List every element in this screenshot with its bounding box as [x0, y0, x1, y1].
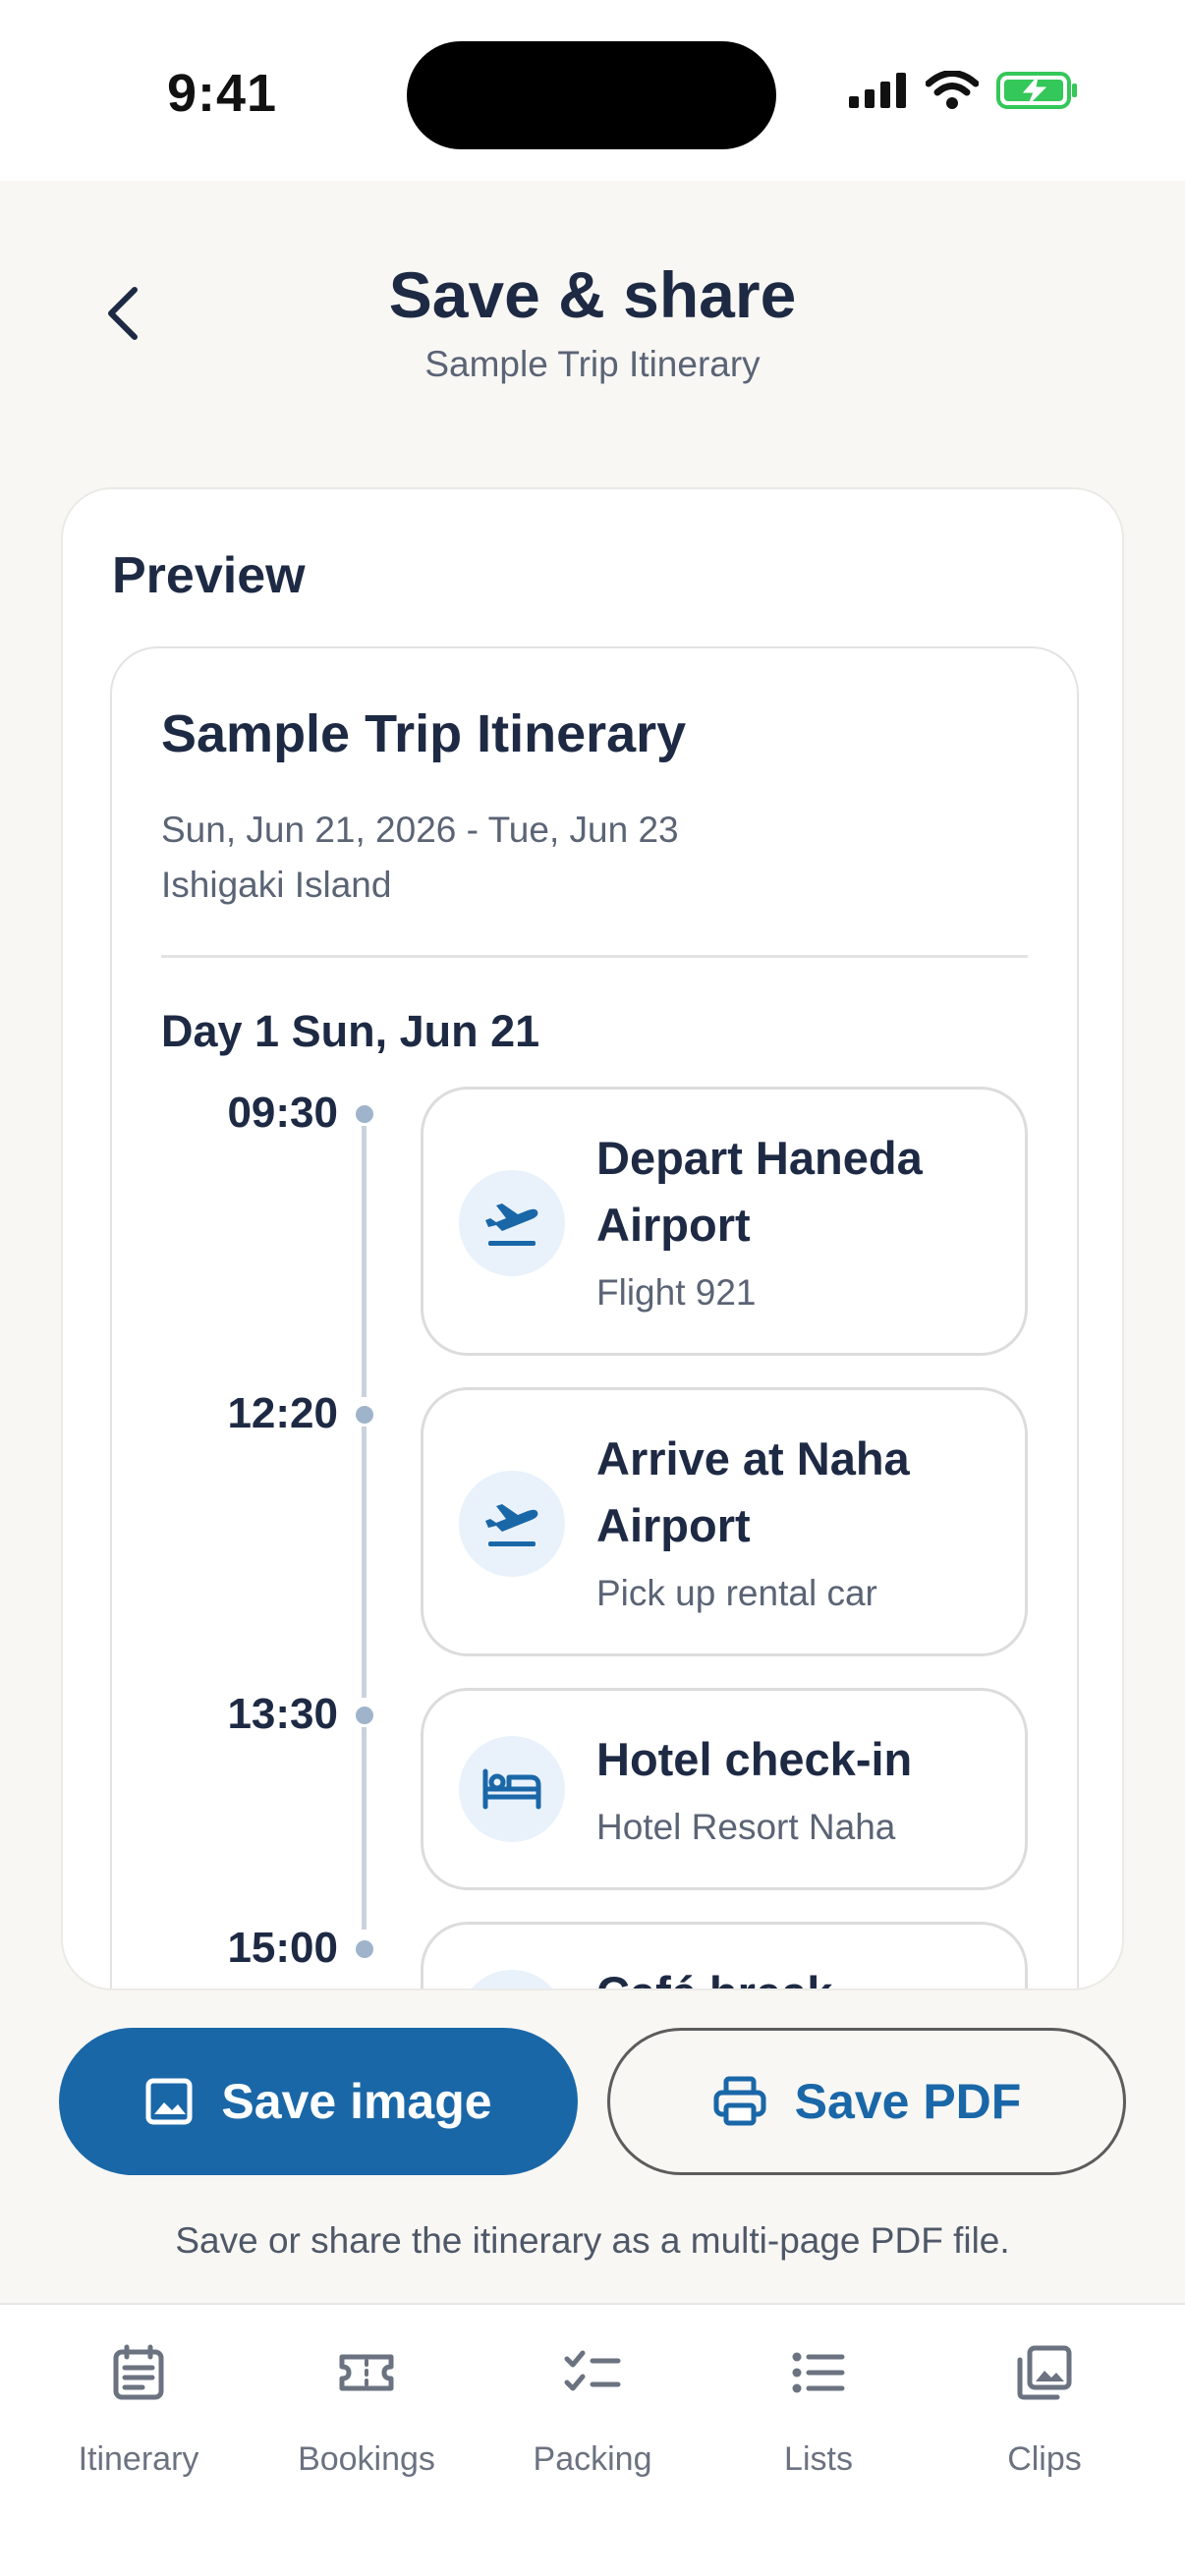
gallery-icon	[1010, 2338, 1079, 2407]
status-bar: 9:41	[0, 0, 1185, 181]
list-icon	[784, 2338, 853, 2407]
event-card: Café break	[421, 1922, 1028, 1988]
itinerary-document: Sample Trip Itinerary Sun, Jun 21, 2026 …	[110, 646, 1079, 1988]
event-subtitle: Flight 921	[596, 1272, 757, 1313]
tab-lists[interactable]: Lists	[705, 2338, 931, 2525]
tab-itinerary[interactable]: Itinerary	[26, 2338, 252, 2525]
image-icon	[145, 2078, 193, 2125]
bed-icon	[482, 1768, 541, 1810]
timeline-connector	[362, 1427, 367, 1698]
page-title: Save & share	[388, 258, 797, 331]
event-time: 15:00	[227, 1924, 338, 1972]
tab-packing[interactable]: Packing	[480, 2338, 705, 2525]
event-time: 09:30	[227, 1089, 338, 1137]
timeline-dot	[356, 1940, 373, 1958]
trip-title: Sample Trip Itinerary	[161, 704, 687, 763]
status-time: 9:41	[167, 64, 278, 123]
day-heading: Day 1 Sun, Jun 21	[161, 1006, 540, 1056]
dynamic-island	[407, 41, 776, 149]
tab-label: Packing	[533, 2440, 652, 2478]
save-image-button[interactable]: Save image	[59, 2028, 578, 2175]
trip-place: Ishigaki Island	[161, 865, 392, 905]
page-subtitle: Sample Trip Itinerary	[424, 344, 761, 384]
event-subtitle: Hotel Resort Naha	[596, 1807, 896, 1847]
event-time: 12:20	[227, 1389, 338, 1437]
event-time: 13:30	[227, 1690, 338, 1738]
divider	[161, 955, 1028, 958]
event-title: Café break	[596, 1960, 995, 1988]
event-title: Hotel check-in	[596, 1733, 913, 1785]
event-title: Arrive at Naha Airport	[596, 1432, 910, 1551]
battery-charging-icon	[996, 72, 1077, 109]
save-pdf-label: Save PDF	[794, 2074, 1022, 2129]
ticket-icon	[332, 2338, 401, 2407]
tab-label: Clips	[1007, 2440, 1082, 2478]
departure-icon	[485, 1504, 538, 1546]
tab-label: Lists	[784, 2440, 853, 2478]
header: Save & share Sample Trip Itinerary	[0, 181, 1185, 466]
tab-bookings[interactable]: Bookings	[254, 2338, 480, 2525]
printer-icon	[713, 2076, 766, 2126]
save-image-label: Save image	[221, 2074, 492, 2129]
timeline-dot	[356, 1707, 373, 1724]
calendar-list-icon	[104, 2338, 173, 2407]
timeline-connector	[362, 1727, 367, 1930]
timeline-connector	[362, 1126, 367, 1397]
cellular-signal-icon	[849, 73, 906, 108]
checklist-icon	[558, 2338, 627, 2407]
tab-label: Bookings	[298, 2440, 435, 2478]
status-icons	[849, 71, 1079, 110]
event-subtitle: Pick up rental car	[596, 1573, 877, 1613]
tab-bar: Itinerary Bookings Packing Lists Clips	[0, 2303, 1185, 2576]
event-title: Depart Haneda Airport	[596, 1132, 923, 1251]
save-pdf-button[interactable]: Save PDF	[607, 2028, 1126, 2175]
event-card: Arrive at Naha Airport Pick up rental ca…	[421, 1387, 1028, 1656]
timeline-dot	[356, 1406, 373, 1424]
departure-icon	[485, 1204, 538, 1246]
timeline-dot	[356, 1105, 373, 1123]
event-card: Depart Haneda Airport Flight 921	[421, 1087, 1028, 1356]
wifi-icon	[926, 71, 979, 109]
preview-label: Preview	[112, 547, 306, 604]
tab-clips[interactable]: Clips	[931, 2338, 1157, 2525]
trip-dates: Sun, Jun 21, 2026 - Tue, Jun 23	[161, 810, 679, 850]
event-icon	[459, 1970, 565, 1988]
preview-card[interactable]: Preview Sample Trip Itinerary Sun, Jun 2…	[61, 487, 1124, 1990]
tab-label: Itinerary	[78, 2440, 199, 2478]
action-note: Save or share the itinerary as a multi-p…	[175, 2220, 1010, 2261]
event-card: Hotel check-in Hotel Resort Naha	[421, 1688, 1028, 1890]
event-icon	[459, 1170, 565, 1276]
event-icon	[459, 1736, 565, 1842]
event-icon	[459, 1471, 565, 1577]
